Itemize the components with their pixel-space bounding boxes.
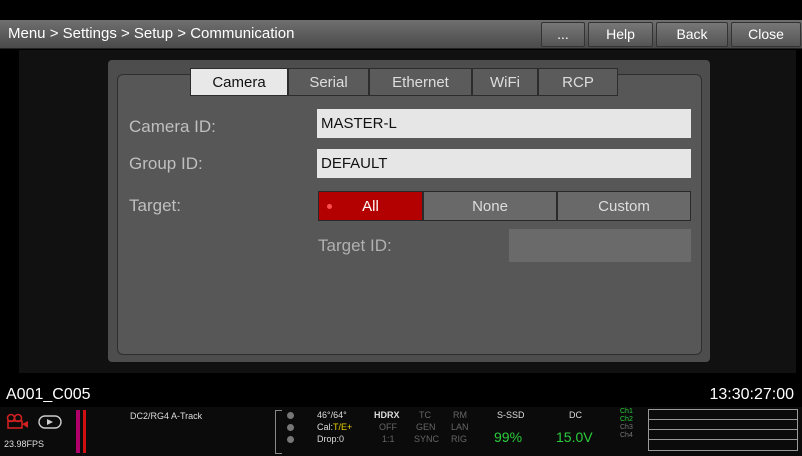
- target-all-button[interactable]: All: [318, 191, 423, 221]
- record-camera-icon[interactable]: [6, 413, 36, 429]
- play-icon[interactable]: [38, 415, 62, 429]
- frame-rate: 23.98FPS: [4, 439, 45, 449]
- calibration-value: T/E+: [333, 422, 353, 432]
- tc-sync: SYNC: [414, 434, 440, 444]
- more-button[interactable]: ...: [541, 22, 585, 47]
- sensor-temp: 46°/64°: [317, 410, 347, 420]
- tab-camera[interactable]: Camera: [190, 68, 288, 96]
- target-id-field: [509, 229, 691, 262]
- selected-indicator-icon: [327, 204, 332, 209]
- channel-2: Ch2: [620, 416, 633, 423]
- tab-rcp[interactable]: RCP: [538, 68, 618, 96]
- hdrx-label: HDRX: [374, 410, 400, 420]
- channel-3: Ch3: [620, 424, 633, 431]
- tc-label: TC: [419, 410, 431, 420]
- media-value: 99%: [494, 429, 523, 445]
- hdrx-state: OFF: [379, 422, 397, 432]
- camera-id-label: Camera ID:: [129, 117, 216, 136]
- timecode: 13:30:27:00: [709, 386, 794, 403]
- tab-serial[interactable]: Serial: [288, 68, 369, 96]
- dropped-frames: Drop:0: [317, 434, 345, 444]
- calibration-label: Cal:: [317, 422, 334, 432]
- target-none-button[interactable]: None: [423, 191, 557, 221]
- tab-wifi[interactable]: WiFi: [472, 68, 538, 96]
- back-button[interactable]: Back: [656, 22, 728, 47]
- target-all-label: All: [362, 198, 379, 215]
- breadcrumb: Menu > Settings > Setup > Communication: [8, 25, 295, 42]
- rm-label: RM: [453, 410, 467, 420]
- tab-ethernet[interactable]: Ethernet: [369, 68, 472, 96]
- rm-lan: LAN: [451, 422, 469, 432]
- audio-meter-right: [83, 410, 86, 453]
- audio-meter-box: [648, 409, 798, 451]
- channel-1: Ch1: [620, 408, 633, 415]
- bracket: [275, 410, 282, 454]
- camera-id-field[interactable]: MASTER-L: [317, 109, 691, 138]
- hdrx-ratio: 1:1: [382, 434, 395, 444]
- help-button[interactable]: Help: [588, 22, 653, 47]
- channel-4: Ch4: [620, 432, 633, 439]
- audio-meter-row: [649, 410, 797, 420]
- clip-name: A001_C005: [6, 386, 91, 403]
- audio-meter-left: [76, 410, 80, 453]
- audio-channels: Ch1 Ch2 Ch3 Ch4: [620, 408, 633, 440]
- title-bar: Menu > Settings > Setup > Communication …: [0, 20, 802, 49]
- power-label: DC: [569, 410, 582, 420]
- audio-meter-row: [649, 430, 797, 440]
- group-id-field[interactable]: DEFAULT: [317, 149, 691, 178]
- media-label: S-SSD: [497, 410, 525, 420]
- look-info: DC2/RG4 A-Track: [130, 411, 203, 421]
- tc-gen: GEN: [416, 422, 436, 432]
- status-bar: 23.98FPS DC2/RG4 A-Track 46°/64° Cal:T/E…: [0, 407, 802, 456]
- target-id-label: Target ID:: [318, 236, 392, 255]
- target-custom-button[interactable]: Custom: [557, 191, 691, 221]
- power-value: 15.0V: [556, 429, 593, 445]
- tab-bar: Camera Serial Ethernet WiFi RCP: [190, 68, 618, 96]
- calibration: Cal:T/E+: [317, 422, 352, 432]
- close-button[interactable]: Close: [731, 22, 801, 47]
- audio-meter-row: [649, 420, 797, 430]
- target-label: Target:: [129, 196, 181, 215]
- status-dot-icon: [287, 412, 294, 419]
- status-dot-icon: [287, 436, 294, 443]
- group-id-label: Group ID:: [129, 154, 203, 173]
- rm-rig: RIG: [451, 434, 468, 444]
- status-dot-icon: [287, 424, 294, 431]
